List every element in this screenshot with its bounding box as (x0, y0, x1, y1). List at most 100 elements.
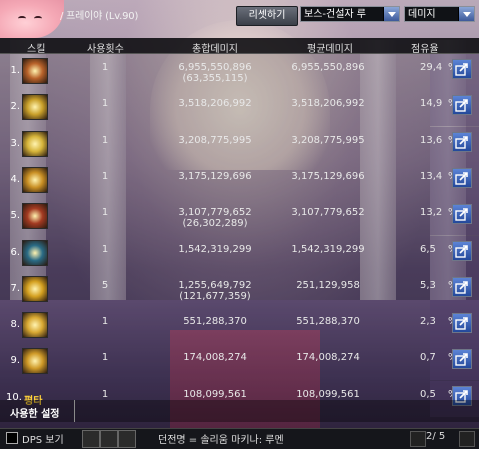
export-button[interactable] (452, 349, 472, 370)
table-row: 6. 1 1,542,319,299 1,542,319,299 6,5 % (0, 235, 479, 272)
table-row: 5. 1 3,107,779,652 (26,302,289) 3,107,77… (0, 199, 479, 236)
total-damage-value: 6,955,550,896 (178, 62, 252, 73)
row-use-count: 1 (101, 207, 109, 219)
column-header-skill: 스킬 (27, 44, 46, 55)
export-button[interactable] (452, 167, 472, 188)
export-icon (455, 135, 468, 149)
export-icon (455, 244, 468, 258)
export-button[interactable] (452, 131, 472, 152)
used-settings-bar (0, 400, 479, 422)
export-button[interactable] (452, 313, 472, 334)
row-average-damage: 251,129,958 (296, 279, 360, 291)
inventory-icon[interactable] (118, 430, 136, 448)
dps-label: DPS 보기 (22, 435, 64, 446)
column-header-total: 총합데미지 (192, 44, 238, 55)
chevron-down-icon[interactable] (383, 7, 399, 21)
next-page-button[interactable] (459, 431, 475, 447)
row-use-count: 1 (101, 62, 109, 73)
export-button[interactable] (452, 204, 472, 225)
row-total-damage: 6,955,550,896 (63,355,115) (155, 62, 275, 84)
skill-icon-1 (22, 58, 48, 84)
total-damage-value: 3,175,129,696 (178, 170, 252, 182)
skill-icon-5 (22, 203, 48, 230)
share-value: 29,4 (420, 62, 443, 73)
row-total-damage: 3,518,206,992 (155, 98, 275, 109)
export-icon (455, 353, 468, 367)
export-button[interactable] (452, 59, 472, 79)
column-header-share: 점유율 (411, 44, 439, 55)
row-use-count: 1 (101, 388, 109, 400)
skill-icon-6 (22, 239, 48, 266)
column-header-average: 평균데미지 (307, 44, 353, 55)
row-rank: 4. (10, 173, 20, 185)
dungeon-name: 던전명 = 솔리움 마키나: 루멘 (158, 435, 284, 446)
table-header: 스킬 사용횟수 총합데미지 평균데미지 점유율 (0, 38, 479, 55)
row-use-count: 1 (101, 134, 109, 146)
share-value: 13,4 (420, 170, 443, 182)
share-value: 0,5 (420, 388, 436, 400)
quest-icon[interactable] (100, 430, 118, 448)
export-icon (455, 317, 468, 330)
row-average-damage: 551,288,370 (296, 316, 360, 328)
share-value: 0,7 (420, 352, 436, 364)
share-value: 2,3 (420, 316, 436, 328)
row-total-damage: 3,208,775,995 (155, 135, 275, 146)
export-button[interactable] (452, 240, 472, 261)
row-rank: 9. (10, 355, 20, 367)
boss-select[interactable]: 보스-건설자 루 (300, 6, 400, 22)
export-button[interactable] (452, 95, 472, 116)
total-damage-value: 174,008,274 (183, 352, 247, 364)
table-row: 3. 1 3,208,775,995 3,208,775,995 13,6 % (0, 126, 479, 163)
row-total-damage: 3,175,129,696 (155, 171, 275, 182)
row-total-damage: 174,008,274 (155, 352, 275, 363)
chevron-down-icon[interactable] (458, 7, 474, 21)
used-settings-tab[interactable]: 사용한 설정 (10, 405, 59, 420)
row-use-count: 1 (101, 170, 109, 182)
metric-select[interactable]: 데미지 (404, 6, 475, 22)
row-rank: 2. (10, 101, 20, 113)
row-rank: 8. (10, 319, 20, 331)
export-button[interactable] (452, 276, 472, 297)
share-value: 13,2 (420, 207, 443, 219)
dps-checkbox[interactable] (6, 432, 18, 444)
row-average-damage: 6,955,550,896 (291, 62, 365, 73)
share-value: 14,9 (420, 98, 443, 110)
row-rank: 7. (10, 282, 20, 294)
total-damage-sub: (26,302,289) (182, 218, 248, 230)
export-icon (455, 99, 468, 112)
row-rank: 1. (10, 65, 20, 76)
table-row: 1. 1 6,955,550,896 (63,355,115) 6,955,55… (0, 54, 479, 90)
row-rank: 6. (10, 246, 20, 258)
skill-icon-4 (22, 166, 48, 193)
skill-icon-9 (22, 348, 48, 375)
column-header-count: 사용횟수 (87, 44, 124, 55)
total-damage-value: 3,107,779,652 (178, 207, 252, 219)
row-average-damage: 1,542,319,299 (291, 243, 365, 255)
total-damage-value: 3,208,775,995 (178, 134, 252, 146)
metric-select-value: 데미지 (408, 9, 436, 20)
row-use-count: 1 (101, 98, 109, 110)
row-total-damage: 551,288,370 (155, 316, 275, 327)
row-average-damage: 3,208,775,995 (291, 134, 365, 146)
row-average-damage: 174,008,274 (296, 352, 360, 364)
total-damage-value: 3,518,206,992 (178, 98, 252, 110)
table-row: 7. 5 1,255,649,792 (121,677,359) 251,129… (0, 271, 479, 308)
table-row: 9. 1 174,008,274 174,008,274 0,7 % (0, 344, 479, 381)
minimap-icon[interactable] (82, 430, 100, 448)
total-damage-value: 551,288,370 (183, 316, 247, 328)
export-icon (455, 63, 468, 76)
skill-icon-7 (22, 275, 48, 302)
row-average-damage: 108,099,561 (296, 388, 360, 400)
prev-page-button[interactable] (410, 431, 426, 447)
row-rank: 3. (10, 137, 20, 149)
row-average-damage: 3,107,779,652 (291, 207, 365, 219)
total-damage-value: 1,542,319,299 (178, 243, 252, 255)
page-indicator: 2/ 5 (426, 431, 446, 442)
reset-button[interactable]: 리셋하기 (236, 6, 298, 26)
row-use-count: 1 (101, 316, 109, 328)
row-average-damage: 3,518,206,992 (291, 98, 365, 110)
export-icon (455, 208, 468, 221)
skill-icon-8 (22, 312, 48, 339)
total-damage-sub: (63,355,115) (182, 73, 248, 84)
row-use-count: 1 (101, 243, 109, 255)
